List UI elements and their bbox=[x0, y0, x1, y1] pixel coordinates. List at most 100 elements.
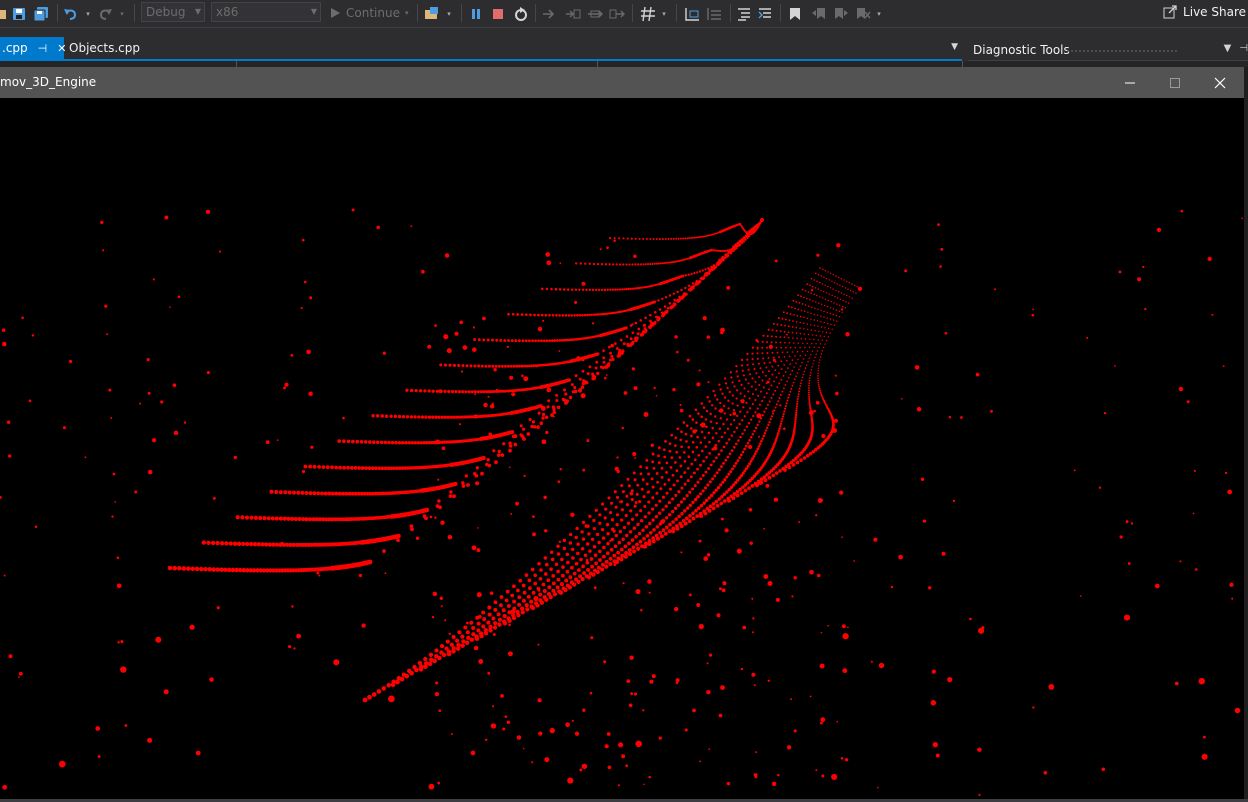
point bbox=[787, 367, 789, 369]
point bbox=[685, 440, 688, 443]
undo-dropdown-icon[interactable]: ▾ bbox=[84, 4, 92, 23]
point bbox=[574, 731, 580, 736]
point bbox=[620, 518, 624, 522]
point bbox=[588, 288, 592, 292]
process-dropdown-icon[interactable]: ▾ bbox=[445, 4, 453, 23]
code-map-icon[interactable] bbox=[683, 4, 701, 23]
drag-grip[interactable] bbox=[1066, 49, 1178, 53]
next-bookmark-icon[interactable] bbox=[832, 4, 850, 23]
point bbox=[688, 503, 692, 507]
point bbox=[673, 606, 679, 612]
point bbox=[802, 373, 805, 376]
open-folder-icon[interactable] bbox=[0, 4, 8, 23]
point bbox=[440, 520, 445, 525]
save-all-icon[interactable] bbox=[32, 4, 50, 23]
live-share-button[interactable]: Live Share bbox=[1163, 5, 1246, 19]
point bbox=[627, 552, 633, 557]
restart-icon[interactable] bbox=[512, 4, 530, 23]
step-over-icon[interactable] bbox=[586, 4, 604, 23]
point bbox=[703, 274, 706, 278]
point bbox=[699, 441, 703, 444]
minimize-button[interactable] bbox=[1107, 67, 1153, 98]
render-viewport[interactable] bbox=[0, 98, 1244, 802]
threads-icon[interactable] bbox=[638, 4, 658, 23]
save-icon[interactable] bbox=[11, 4, 27, 23]
solution-configuration-select[interactable]: Debug ▼ bbox=[141, 2, 205, 22]
point bbox=[439, 596, 444, 601]
process-icon[interactable] bbox=[423, 4, 443, 23]
close-button[interactable] bbox=[1197, 67, 1243, 98]
point bbox=[794, 420, 797, 423]
point bbox=[593, 586, 597, 590]
point bbox=[784, 341, 786, 344]
pause-icon[interactable] bbox=[468, 4, 484, 23]
point bbox=[790, 698, 793, 701]
point bbox=[1178, 386, 1184, 392]
tab-objects-cpp[interactable]: Objects.cpp bbox=[66, 37, 140, 59]
point bbox=[696, 271, 699, 274]
point bbox=[660, 475, 664, 479]
uncomment-icon[interactable] bbox=[757, 4, 773, 23]
point bbox=[643, 783, 645, 786]
point bbox=[598, 549, 602, 554]
point bbox=[768, 421, 771, 424]
point bbox=[428, 652, 434, 657]
pin-icon[interactable]: ⊣ bbox=[1239, 43, 1248, 54]
point bbox=[655, 237, 658, 241]
undo-icon[interactable] bbox=[62, 4, 78, 23]
pin-icon[interactable]: ⊣ bbox=[38, 42, 48, 55]
tab-list-dropdown-icon[interactable]: ▼ bbox=[951, 42, 958, 52]
point bbox=[410, 225, 413, 228]
app-window-titlebar[interactable]: mov_3D_Engine bbox=[0, 67, 1244, 98]
display-layout-icon[interactable] bbox=[705, 4, 723, 23]
point bbox=[774, 259, 778, 263]
point bbox=[209, 677, 214, 682]
point bbox=[652, 528, 656, 532]
step-into-icon[interactable] bbox=[564, 4, 582, 23]
point bbox=[762, 434, 766, 438]
point bbox=[524, 313, 528, 317]
point bbox=[547, 585, 552, 590]
point bbox=[241, 541, 246, 547]
threads-dropdown-icon[interactable]: ▾ bbox=[660, 4, 668, 23]
point bbox=[813, 279, 816, 281]
point bbox=[591, 572, 596, 577]
point bbox=[789, 346, 792, 349]
window-position-dropdown-icon[interactable]: ▼ bbox=[1224, 43, 1232, 54]
step-out-icon[interactable] bbox=[608, 4, 626, 23]
show-next-statement-icon[interactable] bbox=[541, 4, 557, 23]
point bbox=[680, 445, 683, 449]
point bbox=[820, 289, 822, 292]
bookmark-icon[interactable] bbox=[787, 4, 803, 23]
point bbox=[659, 262, 662, 265]
continue-button[interactable]: Continue ▾ bbox=[330, 4, 408, 22]
point bbox=[810, 289, 814, 292]
tab-cpp-active[interactable]: .cpp ⊣ ✕ bbox=[0, 37, 66, 59]
point bbox=[813, 409, 816, 413]
point bbox=[664, 525, 669, 530]
point bbox=[806, 342, 808, 345]
maximize-button[interactable] bbox=[1152, 67, 1198, 98]
toolbar-overflow-icon[interactable]: ▾ bbox=[875, 4, 883, 23]
redo-icon[interactable] bbox=[97, 4, 113, 23]
redo-dropdown-icon[interactable]: ▾ bbox=[118, 4, 126, 23]
point bbox=[487, 364, 491, 368]
stop-icon[interactable] bbox=[490, 4, 506, 23]
prev-bookmark-icon[interactable] bbox=[810, 4, 828, 23]
point bbox=[695, 445, 699, 449]
clear-bookmark-icon[interactable] bbox=[854, 4, 872, 23]
point bbox=[570, 512, 575, 518]
point bbox=[349, 466, 354, 470]
point bbox=[409, 670, 414, 676]
point bbox=[506, 345, 509, 349]
point bbox=[382, 549, 386, 553]
point bbox=[387, 440, 391, 445]
solution-platform-select[interactable]: x86 ▼ bbox=[211, 2, 321, 22]
point bbox=[596, 352, 600, 356]
point bbox=[825, 292, 828, 294]
point bbox=[431, 389, 435, 393]
comment-icon[interactable] bbox=[736, 4, 752, 23]
point bbox=[598, 288, 601, 292]
point bbox=[809, 569, 814, 575]
point bbox=[467, 390, 471, 394]
